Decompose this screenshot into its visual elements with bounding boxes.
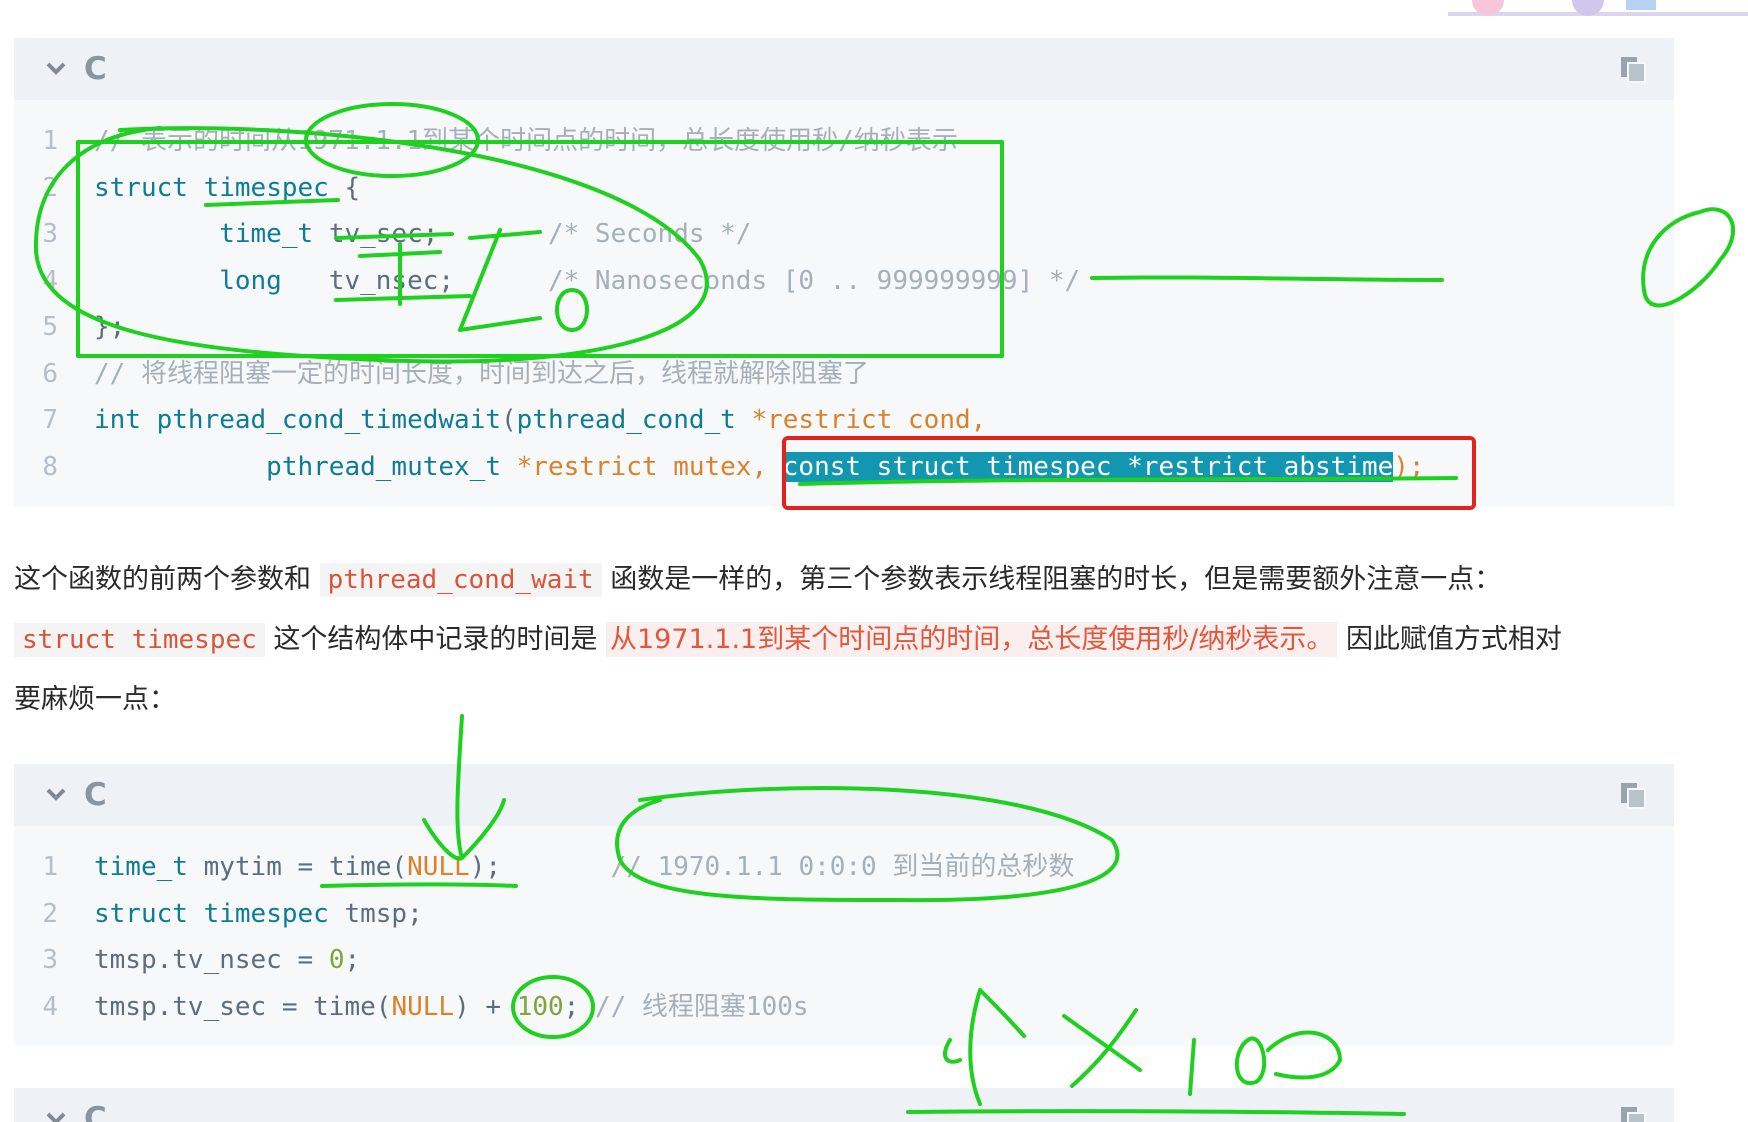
line-number: 4	[42, 265, 58, 296]
code-language-label: C	[84, 51, 107, 87]
code-token: *restrict	[751, 405, 909, 435]
code-token: tmsp.tv_nsec =	[94, 945, 329, 975]
line-number: 3	[42, 219, 58, 249]
chevron-down-icon[interactable]	[42, 54, 70, 82]
copy-icon[interactable]	[1618, 54, 1648, 84]
code-token: NULL	[407, 852, 470, 882]
code-block-2-body: 1 time_t mytim = time(NULL); // 1970.1.1 …	[14, 826, 1674, 1042]
prose-line-1: 这个函数的前两个参数和 pthread_cond_wait 函数是一样的，第三个…	[14, 550, 1674, 610]
code-line: 5};	[14, 304, 1674, 351]
code-token: tv_nsec;	[297, 265, 455, 296]
highlighted-text: 从1971.1.1到某个时间点的时间，总长度使用秒/纳秒表示。	[606, 622, 1338, 657]
code-language-label: C	[84, 1101, 107, 1122]
code-token: );	[469, 852, 502, 882]
page: C 1 // 表示的时间从1971.1.1到某个时间点的时间，总长度使用秒/纳秒表…	[0, 0, 1748, 1122]
code-token: int	[94, 405, 157, 435]
code-token: long	[94, 265, 298, 296]
code-token: time	[328, 852, 392, 882]
code-line: 2 struct timespec {	[14, 165, 1674, 212]
code-line: 4 long tv_nsec; /* Nanoseconds [0 .. 999…	[14, 258, 1674, 305]
code-token: mutex,	[673, 451, 783, 482]
code-token: (	[501, 405, 517, 435]
line-number: 6	[42, 358, 58, 389]
inline-code: struct timespec	[14, 623, 265, 657]
code-token: /* Seconds */	[438, 219, 752, 249]
code-token: {	[328, 172, 361, 203]
code-token: tv_sec;	[328, 219, 439, 249]
line-number: 3	[42, 945, 58, 975]
code-token: (	[375, 991, 392, 1022]
line-number: 2	[42, 898, 58, 929]
code-line: 4 tmsp.tv_sec = time(NULL) + 100; // 线程阻塞…	[14, 984, 1674, 1031]
code-token: // 将线程阻塞一定的时间长度，时间到达之后，线程就解除阻塞了	[94, 358, 869, 389]
code-token: ;	[563, 991, 580, 1022]
code-token: pthread_cond_t	[516, 405, 752, 435]
line-number: 1	[42, 126, 58, 156]
prose-paragraph: 这个函数的前两个参数和 pthread_cond_wait 函数是一样的，第三个…	[14, 550, 1674, 730]
code-token: pthread_mutex_t	[94, 451, 517, 482]
prose-text: 这个函数的前两个参数和	[14, 564, 311, 595]
prose-text: 要麻烦一点：	[14, 684, 176, 715]
code-line: 1 time_t mytim = time(NULL); // 1970.1.1 …	[14, 844, 1674, 891]
code-line: 3 tmsp.tv_nsec = 0;	[14, 937, 1674, 984]
code-token: tmsp.tv_sec =	[94, 991, 314, 1022]
prose-line-2: struct timespec 这个结构体中记录的时间是 从1971.1.1到某…	[14, 610, 1674, 670]
code-block-2: C 1 time_t mytim = time(NULL); // 1970.1.…	[14, 764, 1674, 1046]
code-token: );	[1393, 451, 1425, 482]
code-token: ) +	[454, 991, 517, 1022]
line-number: 8	[42, 451, 58, 482]
code-token: };	[94, 312, 126, 342]
code-line: 3 time_t tv_sec; /* Seconds */	[14, 211, 1674, 258]
code-token: 0	[328, 945, 345, 975]
code-token: time	[313, 991, 376, 1022]
code-token: *restrict	[516, 451, 674, 482]
code-language-label: C	[84, 777, 107, 813]
code-line: 6 // 将线程阻塞一定的时间长度，时间到达之后，线程就解除阻塞了	[14, 351, 1674, 398]
code-token: ;	[344, 945, 361, 975]
code-block-1: C 1 // 表示的时间从1971.1.1到某个时间点的时间，总长度使用秒/纳秒表…	[14, 38, 1674, 506]
code-token: mytim =	[203, 852, 329, 882]
copy-icon[interactable]	[1618, 1104, 1648, 1122]
code-block-1-body: 1 // 表示的时间从1971.1.1到某个时间点的时间，总长度使用秒/纳秒表示 2…	[14, 100, 1674, 502]
chevron-down-icon[interactable]	[42, 1104, 70, 1122]
code-token: (	[391, 852, 408, 882]
prose-text: 函数是一样的，第三个参数表示线程阻塞的时长，但是需要额外注意一点：	[610, 564, 1502, 595]
line-number: 1	[42, 852, 58, 882]
code-token: pthread_cond_timedwait	[156, 405, 501, 435]
code-token: cond,	[908, 405, 987, 435]
top-decoration	[1448, 0, 1748, 16]
code-token: 100	[516, 991, 564, 1022]
code-token: tmsp;	[344, 898, 423, 929]
prose-line-3: 要麻烦一点：	[14, 670, 1674, 730]
chevron-down-icon[interactable]	[42, 780, 70, 808]
prose-text: 这个结构体中记录的时间是	[273, 624, 598, 655]
code-block-3: C	[14, 1088, 1674, 1122]
inline-code: pthread_cond_wait	[319, 563, 602, 597]
copy-icon[interactable]	[1618, 780, 1648, 810]
code-token: NULL	[391, 991, 455, 1022]
code-block-3-header: C	[14, 1088, 1674, 1122]
code-line: 2 struct timespec tmsp;	[14, 891, 1674, 938]
code-block-1-header: C	[14, 38, 1674, 100]
line-number: 7	[42, 405, 58, 435]
selected-code-token: const struct timespec *restrict abstime	[782, 451, 1394, 482]
code-line: 8 pthread_mutex_t *restrict mutex, const…	[14, 444, 1674, 491]
code-token: /* Nanoseconds [0 .. 999999999] */	[454, 265, 1081, 296]
code-token: struct	[94, 172, 204, 203]
code-token: // 线程阻塞100s	[579, 991, 809, 1022]
code-token: time_t	[94, 219, 329, 249]
code-token: timespec	[203, 898, 345, 929]
code-token: struct	[94, 898, 204, 929]
code-line: 7 int pthread_cond_timedwait(pthread_cond…	[14, 397, 1674, 444]
line-number: 5	[42, 312, 58, 342]
code-token: time_t	[94, 852, 204, 882]
code-token: timespec	[203, 172, 329, 203]
line-number: 4	[42, 991, 58, 1022]
code-token: // 1970.1.1 0:0:0 到当前的总秒数	[501, 852, 1075, 882]
prose-text: 因此赋值方式相对	[1345, 624, 1562, 655]
code-line: 1 // 表示的时间从1971.1.1到某个时间点的时间，总长度使用秒/纳秒表示	[14, 118, 1674, 165]
code-token: // 表示的时间从1971.1.1到某个时间点的时间，总长度使用秒/纳秒表示	[94, 126, 958, 156]
code-block-2-header: C	[14, 764, 1674, 826]
line-number: 2	[42, 172, 58, 203]
